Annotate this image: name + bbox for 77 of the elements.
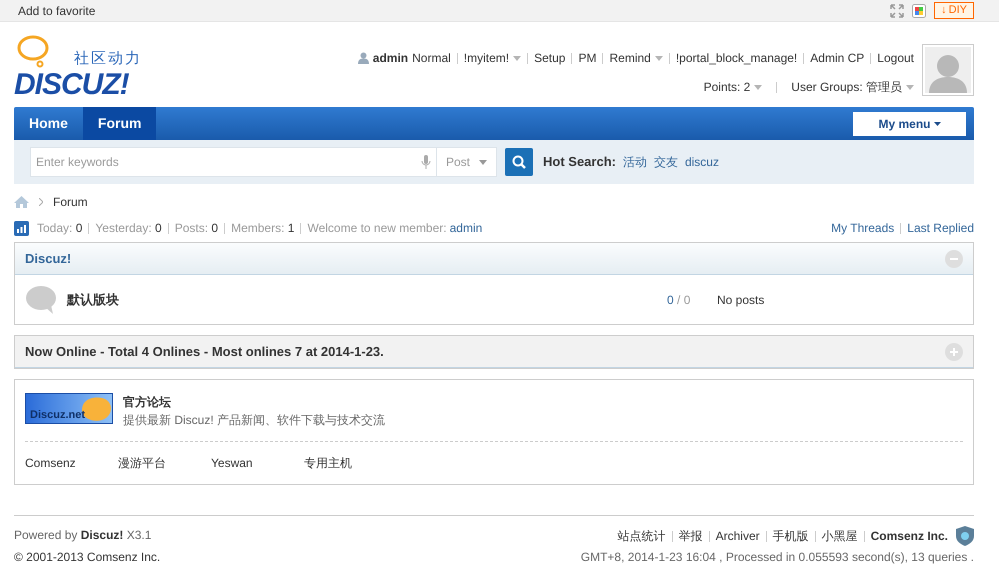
speech-bubble-icon <box>25 284 57 314</box>
user-menu-link[interactable]: Admin CP <box>810 49 864 67</box>
user-level: Normal <box>412 50 451 67</box>
powered-text: Powered by <box>14 528 78 542</box>
breadcrumb-link[interactable]: Forum <box>53 193 88 211</box>
hot-search-label: Hot Search: <box>543 153 616 172</box>
stat-text: Posts: 0 <box>174 220 218 237</box>
stat-text: Today: 0 <box>37 220 82 237</box>
search-button[interactable] <box>505 148 533 176</box>
points-link[interactable]: Points: 2 <box>704 78 762 96</box>
company-link[interactable]: Comsenz Inc. <box>870 527 948 545</box>
caret-icon <box>934 122 940 126</box>
username-link[interactable]: admin <box>372 49 408 67</box>
last-post-text: No posts <box>717 292 764 308</box>
partner-link[interactable]: Yeswan <box>211 454 304 472</box>
version-text: X3.1 <box>126 528 152 542</box>
hot-search-link[interactable]: 交友 <box>654 153 678 171</box>
caret-icon <box>654 56 663 60</box>
microphone-icon[interactable] <box>421 155 431 169</box>
partner-link[interactable]: 专用主机 <box>304 454 397 472</box>
thread-filter-link[interactable]: My Threads <box>831 219 894 237</box>
chevron-icon <box>39 198 43 206</box>
forum-counts: 0 / 0 <box>667 292 692 308</box>
footer-link[interactable]: 举报 <box>678 527 703 545</box>
welcome-text: Welcome to new member: <box>307 220 447 237</box>
panel-title: Now Online - Total 4 Onlines - Most onlines 7 at 2014-1-23. <box>25 342 384 361</box>
user-menu-link[interactable]: PM <box>578 49 596 67</box>
partner-title-link[interactable]: 官方论坛 <box>123 393 386 411</box>
copyright-text: © 2001-2013 Comsenz Inc. <box>14 549 160 566</box>
hot-search-link[interactable]: 活动 <box>622 153 647 171</box>
user-menu-link[interactable]: Remind <box>609 49 663 67</box>
search-icon <box>512 155 526 169</box>
user-menu-link[interactable]: Setup <box>534 49 566 67</box>
footer-link[interactable]: 手机版 <box>772 527 809 545</box>
user-menu-link[interactable]: !portal_block_manage! <box>676 49 798 67</box>
thread-filter-link[interactable]: Last Replied <box>907 219 974 237</box>
nav-tab[interactable]: Home <box>14 107 83 140</box>
footer-link[interactable]: 站点统计 <box>618 527 666 545</box>
footer-link[interactable]: Archiver <box>716 527 760 545</box>
favorite-link[interactable]: Add to favorite <box>18 2 96 20</box>
member-link[interactable]: admin <box>450 219 482 237</box>
product-link[interactable]: Discuz! <box>80 528 124 542</box>
partner-logo[interactable]: Discuz.net <box>25 393 113 424</box>
user-menu-link[interactable]: Logout <box>877 49 914 67</box>
status-text: GMT+8, 2014-1-23 16:04 , Processed in 0.055593 second(s), 13 queries . <box>580 549 974 566</box>
nav-tab[interactable]: Forum <box>82 107 156 140</box>
stat-text: Members: 1 <box>231 220 294 237</box>
hot-search-link[interactable]: discuz <box>684 153 719 171</box>
logo[interactable]: 社区动力 DISCUZ! <box>14 34 154 104</box>
partner-description: 提供最新 Discuz! 产品新闻、软件下载与技术交流 <box>123 412 386 429</box>
logo-tagline: 社区动力 <box>74 49 142 69</box>
partner-link[interactable]: 漫游平台 <box>118 454 211 472</box>
panel-title: Discuz! <box>25 250 72 268</box>
user-groups-link[interactable]: User Groups: 管理员 <box>791 78 914 96</box>
user-menu-link[interactable]: !myitem! <box>464 49 522 67</box>
partner-logo-text: Discuz.net <box>29 410 86 423</box>
footer-link[interactable]: 小黑屋 <box>822 527 858 545</box>
logo-name: DISCUZ! <box>14 70 129 100</box>
home-icon[interactable] <box>14 196 29 208</box>
caret-icon <box>479 160 487 164</box>
caret-icon <box>754 84 762 90</box>
collapse-icon[interactable] <box>945 250 963 268</box>
caret-icon <box>513 56 522 60</box>
search-field[interactable]: Enter keywords <box>30 147 437 177</box>
stat-text: Yesterday: 0 <box>95 220 162 237</box>
shield-icon <box>956 526 974 546</box>
expand-icon[interactable] <box>945 342 963 360</box>
my-menu-button[interactable]: My menu <box>853 112 966 136</box>
chart-icon <box>14 220 29 236</box>
caret-icon <box>906 84 914 90</box>
avatar-icon <box>925 47 971 93</box>
palette-icon[interactable] <box>912 4 926 18</box>
fullscreen-icon[interactable] <box>890 4 904 18</box>
user-icon <box>358 52 369 64</box>
avatar[interactable] <box>922 44 974 96</box>
partner-link[interactable]: Comsenz <box>25 454 118 472</box>
forum-name-link[interactable]: 默认版块 <box>67 290 667 310</box>
